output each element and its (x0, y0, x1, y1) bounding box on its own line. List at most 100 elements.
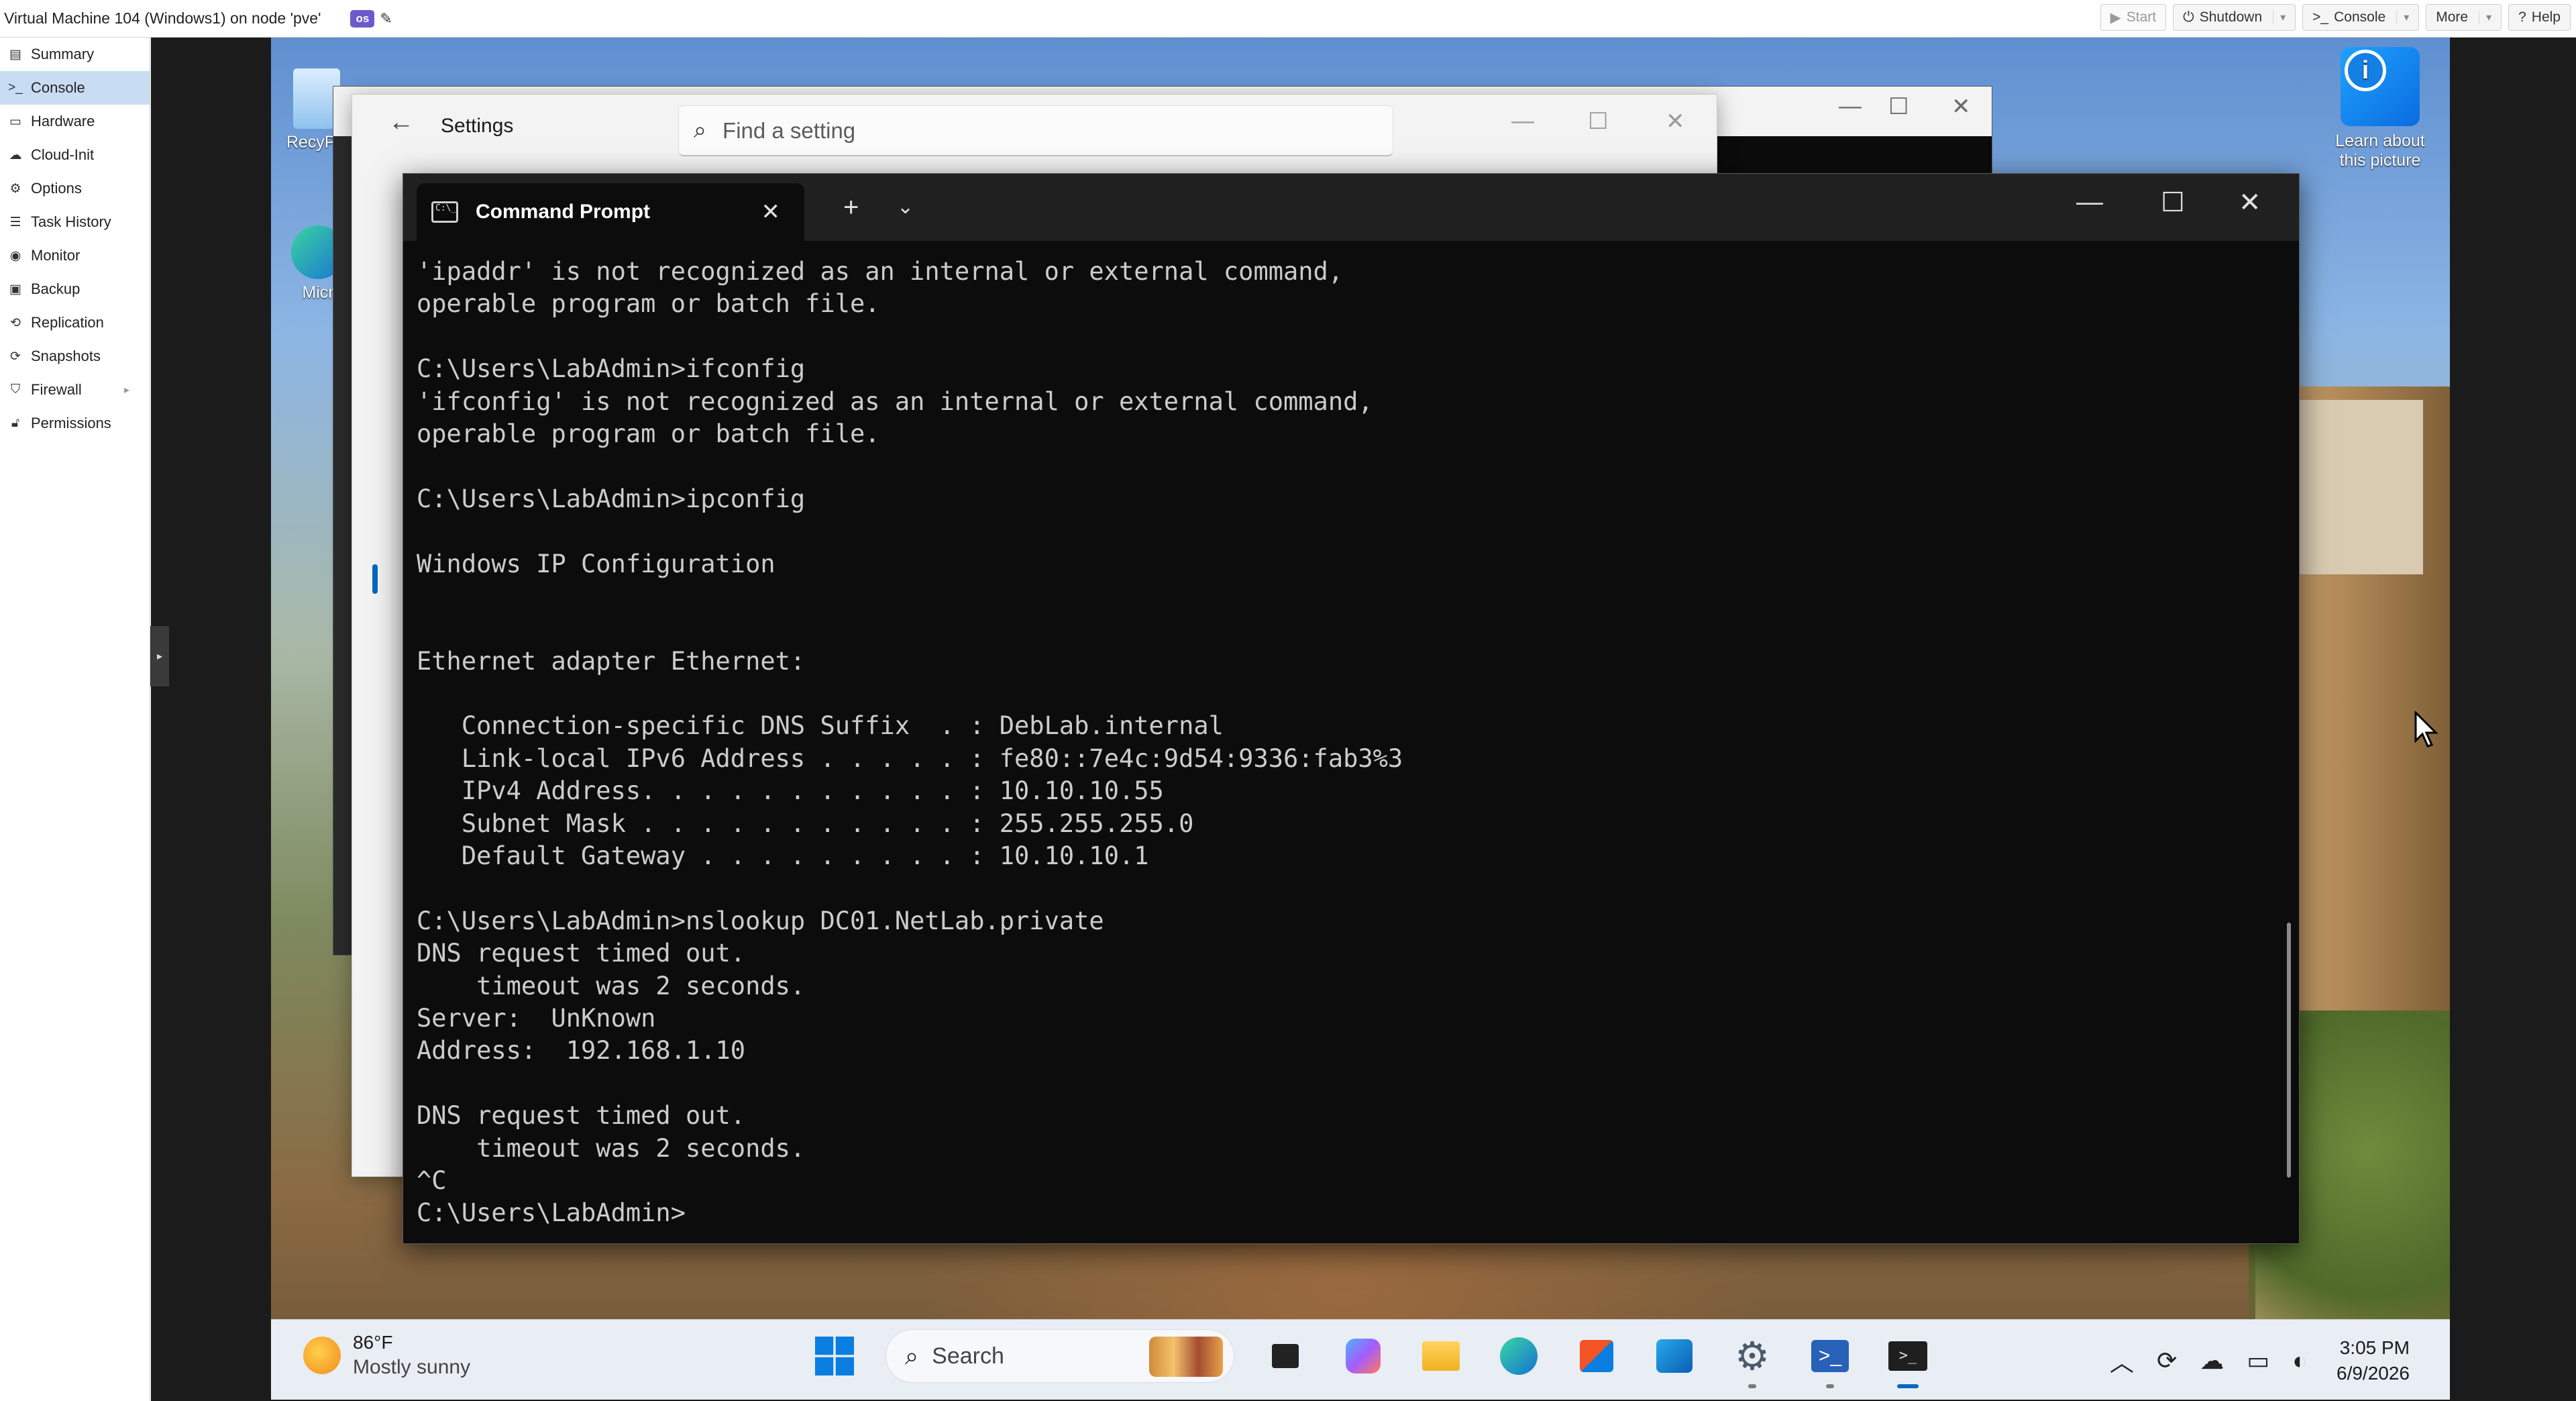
terminal-scrollbar[interactable] (2287, 923, 2291, 1178)
sync-icon[interactable]: ⟳ (2157, 1347, 2177, 1375)
terminal-line: DNS request timed out. (417, 1101, 746, 1131)
help-button[interactable]: ? Help (2508, 4, 2571, 31)
sidebar-item-task-history[interactable]: ☰ Task History (0, 205, 150, 239)
terminal-output[interactable]: 'ipaddr' is not recognized as an interna… (403, 241, 2299, 1243)
terminal-line: 'ipaddr' is not recognized as an interna… (417, 257, 1344, 286)
settings-title: Settings (441, 115, 514, 137)
chevron-down-icon[interactable]: ⌄ (897, 195, 914, 219)
history-icon: ⟳ (10, 349, 21, 364)
microsoft-store-icon[interactable] (1570, 1329, 1623, 1383)
chevron-down-icon[interactable]: ▾ (2479, 11, 2491, 24)
weather-description: Mostly sunny (353, 1356, 471, 1378)
taskbar-search-box[interactable]: ⌕ Search (885, 1329, 1234, 1383)
list-icon: ☰ (9, 215, 21, 229)
onedrive-offline-icon[interactable]: ☁ (2200, 1347, 2224, 1375)
gear-icon: ⚙ (9, 181, 21, 196)
sidebar-item-backup[interactable]: ▣ Backup (0, 272, 150, 306)
chevron-right-icon: ▸ (156, 651, 163, 662)
monitor-icon: ▭ (9, 114, 21, 129)
shutdown-button[interactable]: ⏻ Shutdown ▾ (2173, 4, 2296, 31)
terminal-app-icon[interactable]: >_ (1881, 1329, 1935, 1388)
file-explorer-icon[interactable] (1414, 1329, 1468, 1383)
outlook-icon[interactable] (1648, 1329, 1701, 1383)
copilot-icon[interactable] (1336, 1329, 1390, 1383)
terminal-line: Ethernet adapter Ethernet: (417, 646, 806, 676)
settings-search-input[interactable] (722, 117, 1327, 144)
unlock-icon: 🔓︎ (11, 416, 20, 430)
sidebar-item-console[interactable]: >_ Console (0, 71, 150, 105)
chevron-up-icon[interactable]: ︿ (2110, 1343, 2134, 1378)
weather-widget[interactable]: 86°F Mostly sunny (303, 1332, 470, 1379)
powershell-icon[interactable]: >_ (1803, 1329, 1857, 1388)
network-icon[interactable]: ▭ (2247, 1347, 2269, 1375)
close-icon[interactable]: ✕ (1666, 108, 1685, 135)
tab-title: Command Prompt (476, 201, 651, 223)
sidebar-item-options[interactable]: ⚙ Options (0, 172, 150, 205)
terminal-line: Server: UnKnown (417, 1003, 656, 1033)
search-icon: ⌕ (905, 1341, 919, 1369)
start-button[interactable] (808, 1329, 861, 1383)
tab-command-prompt[interactable]: C:\_ Command Prompt ✕ (417, 183, 804, 241)
sidebar-item-firewall[interactable]: ⛉ Firewall ▸ (0, 373, 150, 407)
play-icon: ▶ (2110, 9, 2121, 25)
sidebar-item-summary[interactable]: ▤ Summary (0, 38, 150, 71)
terminal-line: Address: 192.168.1.10 (417, 1036, 746, 1066)
terminal-line: timeout was 2 seconds. (417, 971, 806, 1000)
chevron-down-icon[interactable]: ▾ (2273, 11, 2286, 24)
maximize-icon[interactable]: ☐ (1588, 108, 1608, 135)
retweet-icon: ⟲ (10, 315, 21, 330)
close-icon[interactable]: ✕ (1951, 93, 1971, 120)
sidebar-item-monitor[interactable]: ◉ Monitor (0, 239, 150, 272)
sidebar-item-replication[interactable]: ⟲ Replication (0, 306, 150, 340)
minimize-icon[interactable]: — (1839, 93, 1862, 119)
terminal-line: ^C (417, 1165, 447, 1195)
weather-temperature: 86°F (353, 1332, 393, 1353)
back-arrow-icon[interactable]: ← (388, 108, 414, 137)
sidebar-item-permissions[interactable]: 🔓︎ Permissions (0, 407, 150, 440)
close-tab-icon[interactable]: ✕ (761, 199, 781, 225)
sidebar-item-hardware[interactable]: ▭ Hardware (0, 105, 150, 138)
vm-sidebar: ▤ Summary >_ Console ▭ Hardware ☁ Cloud-Init… (0, 38, 150, 1401)
minimize-icon[interactable]: — (2076, 187, 2103, 217)
chevron-down-icon[interactable]: ▾ (2396, 11, 2409, 24)
minimize-icon[interactable]: — (1511, 108, 1534, 134)
start-button[interactable]: ▶ Start (2100, 4, 2167, 31)
terminal-line: C:\Users\LabAdmin>nslookup DC01.NetLab.p… (417, 906, 1104, 935)
close-icon[interactable]: ✕ (2239, 187, 2261, 218)
search-icon: ⌕ (694, 117, 707, 143)
windows-desktop[interactable]: RecyPS Micr i Learn about this picture —… (271, 38, 2450, 1400)
cloud-icon: ☁ (9, 148, 22, 162)
settings-gear-icon[interactable]: ⚙ (1725, 1329, 1779, 1388)
maximize-icon[interactable]: ☐ (2161, 187, 2185, 218)
edge-browser-icon[interactable] (1492, 1329, 1546, 1383)
windows-taskbar: 86°F Mostly sunny ⌕ Search ⚙ >_ >_ ︿ ⟳ ☁… (271, 1319, 2450, 1400)
terminal-line: Default Gateway . . . . . . . . . : 10.1… (417, 841, 1149, 871)
system-tray: ︿ ⟳ ☁ ▭ ◐ 3:05 PM 6/9/2026 (2110, 1337, 2410, 1384)
settings-search-box[interactable]: ⌕ (678, 105, 1393, 156)
console-button[interactable]: >_ Console ▾ (2302, 4, 2420, 31)
terminal-line: Subnet Mask . . . . . . . . . . . : 255.… (417, 809, 1194, 838)
volume-muted-icon[interactable]: ◐ (2292, 1347, 2307, 1375)
terminal-icon: >_ (8, 81, 23, 95)
learn-about-picture-desktop-icon[interactable]: i Learn about this picture (2320, 47, 2440, 170)
pve-header: Virtual Machine 104 (Windows1) on node '… (0, 0, 2576, 38)
edit-tags-pencil-icon[interactable]: ✎ (380, 10, 392, 28)
maximize-icon[interactable]: ☐ (1888, 93, 1909, 120)
terminal-line: DNS request timed out. (417, 939, 746, 968)
chevron-right-icon: ▸ (123, 384, 129, 396)
more-button[interactable]: More ▾ (2426, 4, 2502, 31)
vm-title: Virtual Machine 104 (Windows1) on node '… (4, 9, 321, 27)
sidebar-item-cloud-init[interactable]: ☁ Cloud-Init (0, 138, 150, 172)
vm-action-toolbar: ▶ Start ⏻ Shutdown ▾ >_ Console ▾ More ▾… (2100, 4, 2571, 31)
sidebar-item-snapshots[interactable]: ⟳ Snapshots (0, 340, 150, 373)
terminal-line: Link-local IPv6 Address . . . . . : fe80… (417, 743, 1403, 773)
novnc-panel-toggle[interactable]: ▸ (150, 626, 169, 686)
task-view-icon[interactable] (1258, 1329, 1312, 1383)
command-prompt-window[interactable]: C:\_ Command Prompt ✕ + ⌄ — ☐ ✕ 'ipaddr'… (402, 173, 2300, 1244)
new-tab-plus-icon[interactable]: + (843, 193, 859, 223)
system-clock[interactable]: 3:05 PM 6/9/2026 (2337, 1337, 2410, 1384)
